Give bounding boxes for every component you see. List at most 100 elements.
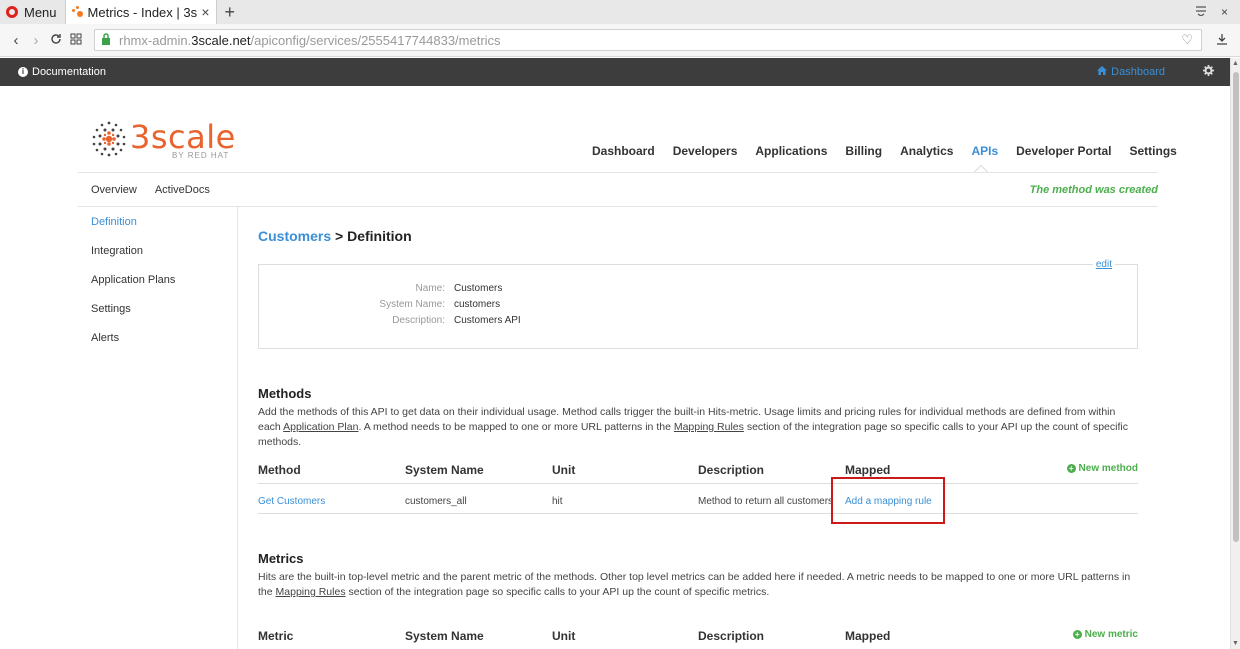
gear-icon[interactable] (1203, 65, 1214, 79)
column-header: Method (258, 463, 301, 477)
metrics-title: Metrics (258, 551, 304, 566)
nav-analytics[interactable]: Analytics (900, 144, 953, 158)
scrollbar-thumb[interactable] (1233, 72, 1239, 542)
nav-apis[interactable]: APIs (971, 144, 998, 172)
new-method-button[interactable]: + New method (1066, 463, 1138, 474)
plus-circle-icon: + (1072, 630, 1082, 639)
column-header: System Name (405, 463, 484, 477)
main-content: Customers > Definition edit Name: Custom… (258, 228, 1138, 643)
column-header: System Name (405, 629, 484, 643)
tab-menu-icon[interactable] (1195, 5, 1207, 19)
url-host: 3scale.net (191, 32, 251, 48)
highlight-box (831, 477, 945, 524)
nav-settings[interactable]: Settings (1130, 144, 1177, 158)
3scale-logo[interactable]: 3scale BY RED HAT (90, 118, 236, 160)
sidebar-item-definition[interactable]: Definition (78, 207, 237, 236)
new-tab-button[interactable]: + (217, 2, 244, 23)
dashboard-label: Dashboard (1111, 66, 1165, 78)
method-name-link[interactable]: Get Customers (258, 496, 325, 507)
url-input[interactable]: rhmx-admin. 3scale.net/apiconfig/services… (94, 29, 1202, 51)
column-header: Mapped (845, 463, 891, 477)
logo-wordmark: 3scale (130, 118, 236, 156)
window-close-icon[interactable]: × (1221, 5, 1228, 19)
breadcrumb-rest: > Definition (331, 228, 412, 244)
url-path: /apiconfig/services/2555417744833/metric… (250, 32, 501, 48)
metrics-table-header: Metric System Name Unit Description Mapp… (258, 622, 1138, 649)
definition-label: Description: (392, 315, 445, 326)
page-scrollbar[interactable]: ▲ ▼ (1230, 58, 1240, 649)
new-metric-button[interactable]: + New metric (1072, 629, 1138, 640)
scroll-up-icon[interactable]: ▲ (1232, 60, 1239, 67)
column-header: Mapped (845, 629, 891, 643)
admin-top-bar: i Documentation Dashboard (0, 58, 1230, 86)
reload-button[interactable] (46, 32, 66, 49)
back-button[interactable]: ‹ (6, 32, 26, 49)
info-circle-icon: i (18, 67, 28, 77)
nav-developers[interactable]: Developers (673, 144, 738, 158)
nav-billing[interactable]: Billing (845, 144, 882, 158)
metrics-description: Hits are the built-in top-level metric a… (258, 570, 1138, 600)
column-header: Unit (552, 629, 576, 643)
browser-tab-bar: Menu Metrics - Index | 3sc × + × (0, 0, 1240, 24)
page-title: Customers > Definition (258, 228, 1138, 246)
column-header: Description (698, 629, 765, 643)
download-icon[interactable] (1216, 32, 1228, 48)
nav-applications[interactable]: Applications (755, 144, 827, 158)
methods-table-header: Method System Name Unit Description Mapp… (258, 456, 1138, 484)
methods-desc-text: . A method needs to be mapped to one or … (358, 421, 671, 433)
definition-row: Description: Customers API (259, 315, 1139, 329)
method-unit: hit (552, 496, 563, 507)
speed-dial-icon[interactable] (66, 32, 86, 49)
definition-value: Customers (454, 283, 503, 294)
tab-close-icon[interactable]: × (201, 4, 209, 20)
browser-tab[interactable]: Metrics - Index | 3sc × (64, 0, 217, 24)
logo-subtitle: BY RED HAT (172, 151, 230, 160)
sidebar-item-application-plans[interactable]: Application Plans (78, 265, 237, 294)
sidebar-item-integration[interactable]: Integration (78, 236, 237, 265)
dashboard-link[interactable]: Dashboard (1097, 66, 1165, 78)
flash-message: The method was created (1029, 183, 1158, 196)
new-method-label: New method (1078, 463, 1138, 474)
subnav-activedocs[interactable]: ActiveDocs (155, 184, 210, 196)
edit-link[interactable]: edit (1092, 259, 1115, 270)
definition-row: Name: Customers (259, 283, 1139, 297)
method-system-name: customers_all (405, 496, 467, 507)
active-nav-caret-icon (974, 165, 989, 172)
definition-row: System Name: customers (259, 299, 1139, 313)
nav-developer-portal[interactable]: Developer Portal (1016, 144, 1111, 158)
nav-dashboard[interactable]: Dashboard (592, 144, 655, 158)
breadcrumb-customers-link[interactable]: Customers (258, 228, 331, 244)
sidebar: Definition Integration Application Plans… (78, 207, 238, 649)
sidebar-item-alerts[interactable]: Alerts (78, 323, 237, 352)
methods-title: Methods (258, 386, 312, 401)
new-metric-label: New metric (1084, 629, 1138, 640)
column-header: Description (698, 463, 765, 477)
mapping-rules-link[interactable]: Mapping Rules (674, 421, 744, 433)
documentation-label: Documentation (32, 66, 106, 78)
home-icon (1097, 66, 1108, 78)
mapping-rules-link[interactable]: Mapping Rules (276, 586, 346, 598)
forward-button[interactable]: › (26, 32, 46, 49)
definition-value: customers (454, 299, 501, 310)
column-header: Unit (552, 463, 576, 477)
scroll-down-icon[interactable]: ▼ (1232, 640, 1239, 647)
lock-icon (101, 32, 111, 48)
metrics-desc-text: section of the integration page so speci… (348, 586, 770, 598)
documentation-link[interactable]: i Documentation (0, 66, 106, 78)
browser-menu-label: Menu (24, 4, 57, 20)
url-prefix: rhmx-admin. (119, 32, 192, 48)
bookmark-heart-icon[interactable]: ♡ (1181, 32, 1193, 48)
methods-description: Add the methods of this API to get data … (258, 405, 1138, 450)
3scale-favicon-icon (71, 6, 84, 18)
address-bar: ‹ › rhmx-admin. 3scale.net/apiconfig/serv… (0, 24, 1240, 57)
sub-navigation: Overview ActiveDocs The method was creat… (78, 172, 1158, 207)
definition-value: Customers API (454, 315, 521, 326)
sidebar-item-settings[interactable]: Settings (78, 294, 237, 323)
browser-menu-button[interactable]: Menu (0, 0, 65, 24)
3scale-dots-logo-icon (92, 121, 126, 157)
table-row: Get Customers customers_all hit Method t… (258, 489, 1138, 514)
subnav-overview[interactable]: Overview (91, 184, 137, 196)
main-navigation: Dashboard Developers Applications Billin… (592, 144, 1195, 172)
application-plan-link[interactable]: Application Plan (283, 421, 358, 433)
column-header: Metric (258, 629, 294, 643)
